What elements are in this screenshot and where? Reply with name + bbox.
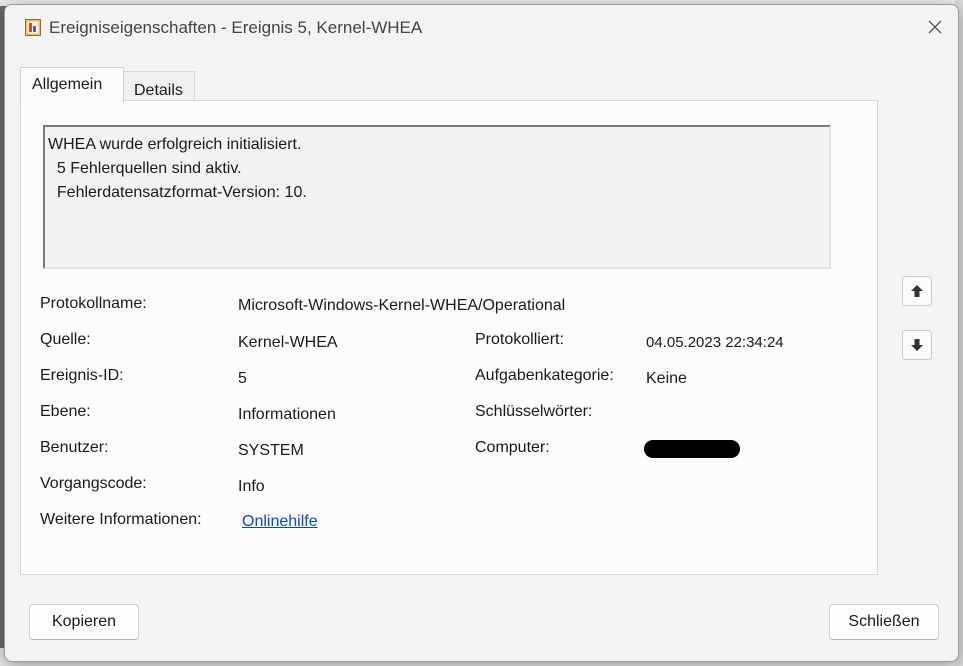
logged-label: Protokolliert: bbox=[475, 331, 564, 348]
computer-label: Computer: bbox=[475, 439, 550, 456]
task-category-value: Keine bbox=[646, 370, 687, 387]
opcode-label: Vorgangscode: bbox=[40, 475, 147, 492]
task-category-label: Aufgabenkategorie: bbox=[475, 367, 614, 384]
log-name-label: Protokollname: bbox=[40, 295, 147, 312]
event-viewer-icon bbox=[25, 19, 41, 36]
keywords-label: Schlüsselwörter: bbox=[475, 403, 593, 420]
description-line: 5 Fehlerquellen sind aktiv. bbox=[48, 160, 242, 177]
tab-label: Allgemein bbox=[32, 76, 103, 93]
user-value: SYSTEM bbox=[238, 442, 304, 459]
log-name-value: Microsoft-Windows-Kernel-WHEA/Operationa… bbox=[238, 297, 566, 314]
level-label: Ebene: bbox=[40, 403, 91, 420]
description-line: WHEA wurde erfolgreich initialisiert. bbox=[48, 136, 302, 153]
more-info-label: Weitere Informationen: bbox=[40, 511, 202, 528]
event-id-value: 5 bbox=[238, 370, 247, 387]
arrow-up-icon bbox=[911, 285, 923, 297]
event-description-box[interactable]: WHEA wurde erfolgreich initialisiert. 5 … bbox=[43, 125, 831, 269]
event-id-label: Ereignis-ID: bbox=[40, 367, 124, 384]
event-properties-dialog: Ereigniseigenschaften - Ereignis 5, Kern… bbox=[4, 4, 959, 662]
tab-details[interactable]: Details bbox=[124, 71, 195, 101]
online-help-link[interactable]: Onlinehilfe bbox=[242, 513, 318, 531]
general-panel: WHEA wurde erfolgreich initialisiert. 5 … bbox=[20, 100, 878, 575]
source-value: Kernel-WHEA bbox=[238, 334, 338, 351]
logged-value: 04.05.2023 22:34:24 bbox=[646, 334, 784, 351]
copy-button-label: Kopieren bbox=[51, 613, 117, 630]
title-bar: Ereigniseigenschaften - Ereignis 5, Kern… bbox=[5, 5, 958, 49]
close-dialog-button[interactable]: Schließen bbox=[829, 604, 939, 640]
tab-general[interactable]: Allgemein bbox=[20, 67, 124, 102]
user-label: Benutzer: bbox=[40, 439, 109, 456]
computer-value-redacted bbox=[644, 440, 740, 458]
window-title: Ereigniseigenschaften - Ereignis 5, Kern… bbox=[49, 18, 423, 37]
close-button[interactable] bbox=[912, 5, 958, 49]
level-value: Informationen bbox=[238, 406, 336, 423]
description-line: Fehlerdatensatzformat-Version: 10. bbox=[48, 184, 307, 201]
next-event-button[interactable] bbox=[902, 330, 932, 360]
arrow-down-icon bbox=[911, 339, 923, 351]
source-label: Quelle: bbox=[40, 331, 91, 348]
tab-label: Details bbox=[134, 82, 183, 99]
previous-event-button[interactable] bbox=[902, 276, 932, 306]
opcode-value: Info bbox=[238, 478, 265, 495]
close-icon bbox=[928, 20, 942, 34]
copy-button[interactable]: Kopieren bbox=[29, 604, 139, 640]
close-button-label: Schließen bbox=[848, 613, 920, 630]
